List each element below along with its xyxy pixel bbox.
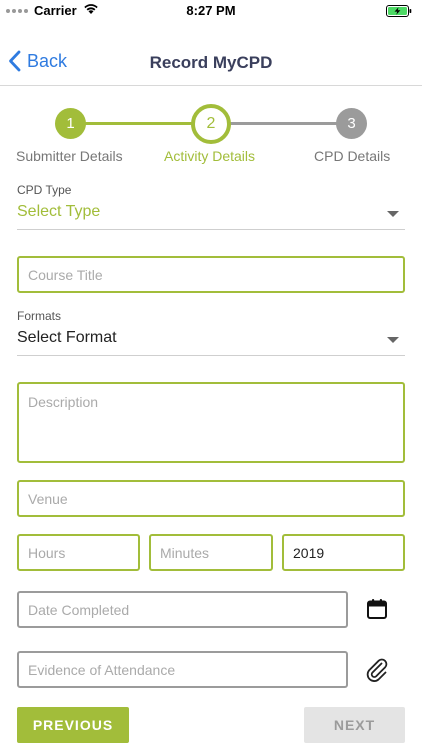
date-completed-placeholder: Date Completed [28, 601, 130, 618]
step-2-circle: 2 [191, 104, 231, 144]
course-title-input[interactable]: Course Title [17, 256, 405, 293]
dropdown-arrow-icon [387, 211, 399, 217]
step-3-label: CPD Details [314, 148, 391, 164]
step-2-label: Activity Details [164, 148, 256, 164]
minutes-input[interactable]: Minutes [149, 534, 273, 571]
status-bar: Carrier 8:27 PM [0, 0, 422, 22]
cpd-type-select[interactable]: Select Type [17, 200, 405, 230]
cpd-type-value: Select Type [17, 203, 101, 220]
progress-stepper: 1 2 3 Submitter Details Activity Details… [0, 104, 422, 168]
formats-label: Formats [17, 309, 62, 323]
description-textarea[interactable]: Description [17, 382, 405, 463]
date-completed-input[interactable]: Date Completed [17, 591, 348, 628]
cpd-type-label: CPD Type [17, 183, 72, 197]
venue-input[interactable]: Venue [17, 480, 405, 517]
formats-select[interactable]: Select Format [17, 326, 405, 356]
year-input[interactable]: 2019 [282, 534, 405, 571]
previous-button[interactable]: PREVIOUS [17, 707, 129, 743]
next-button[interactable]: NEXT [304, 707, 405, 743]
dropdown-arrow-icon [387, 337, 399, 343]
navigation-bar: Back Record MyCPD [0, 42, 422, 86]
evidence-input[interactable]: Evidence of Attendance [17, 651, 348, 688]
evidence-placeholder: Evidence of Attendance [28, 661, 176, 678]
page-title: Record MyCPD [149, 53, 273, 72]
step-3-circle: 3 [336, 108, 367, 139]
hours-input[interactable]: Hours [17, 534, 140, 571]
step-connector-pending [211, 122, 351, 125]
paperclip-icon[interactable] [363, 655, 391, 683]
description-placeholder: Description [28, 394, 99, 410]
hours-placeholder: Hours [28, 544, 66, 561]
course-title-placeholder: Course Title [28, 266, 103, 283]
formats-value: Select Format [17, 329, 117, 346]
battery-charging-icon [386, 4, 412, 22]
year-value: 2019 [293, 544, 325, 561]
venue-placeholder: Venue [28, 490, 68, 507]
status-time: 8:27 PM [186, 3, 236, 18]
step-1-label: Submitter Details [16, 148, 123, 164]
calendar-icon[interactable] [363, 595, 391, 623]
step-connector-complete [70, 122, 211, 125]
step-1-circle: 1 [55, 108, 86, 139]
minutes-placeholder: Minutes [160, 544, 210, 561]
